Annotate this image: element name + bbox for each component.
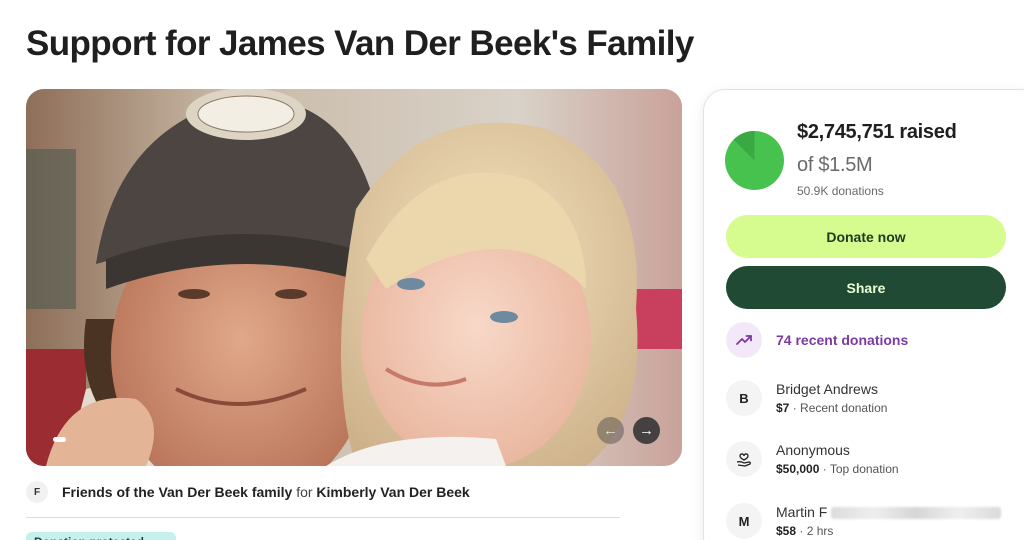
redacted-overlay bbox=[831, 507, 1002, 520]
arrow-left-icon: ← bbox=[603, 422, 618, 439]
donor-amount: $7 bbox=[776, 401, 790, 415]
donor-name: Martin F bbox=[776, 504, 1002, 520]
donor-meta: $58 · 2 hrs bbox=[776, 524, 1001, 538]
page-title: Support for James Van Der Beek's Family bbox=[26, 24, 694, 63]
donor-meta: $7 · Recent donation bbox=[776, 401, 887, 415]
donor-amount: $58 bbox=[776, 524, 797, 538]
donor-amount: $50,000 bbox=[776, 462, 820, 476]
goal-amount: of $1.5M bbox=[797, 154, 873, 176]
arrow-right-icon: → bbox=[639, 422, 654, 439]
recent-donations-label: 74 recent donations bbox=[776, 332, 909, 348]
donor-item: M Martin F $58 · 2 hrs bbox=[726, 503, 1002, 539]
carousel-prev-button[interactable]: ← bbox=[597, 417, 624, 444]
donor-meta: $50,000 · Top donation bbox=[776, 462, 899, 476]
donation-protected-badge[interactable]: Donation protected bbox=[26, 532, 176, 540]
progress-ring bbox=[725, 131, 784, 190]
divider bbox=[26, 517, 620, 518]
carousel-indicator[interactable] bbox=[53, 437, 66, 442]
organizer-text: Friends of the Van Der Beek family for K… bbox=[62, 484, 470, 500]
beneficiary-name[interactable]: Kimberly Van Der Beek bbox=[316, 484, 469, 500]
donor-note: · Top donation bbox=[822, 462, 899, 476]
organizer-name[interactable]: Friends of the Van Der Beek family bbox=[62, 484, 292, 500]
fundraiser-page: Support for James Van Der Beek's Family bbox=[0, 0, 1024, 540]
donor-name: Bridget Andrews bbox=[776, 381, 878, 397]
donor-item: Anonymous $50,000 · Top donation bbox=[726, 441, 899, 477]
donor-avatar: B bbox=[726, 380, 762, 416]
donor-note: · Recent donation bbox=[792, 401, 888, 415]
organizer-avatar: F bbox=[26, 481, 48, 503]
share-button[interactable]: Share bbox=[726, 266, 1006, 309]
campaign-photo-image bbox=[26, 89, 682, 466]
donation-count: 50.9K donations bbox=[797, 184, 884, 198]
donor-item: B Bridget Andrews $7 · Recent donation bbox=[726, 380, 887, 416]
donor-name-text: Martin F bbox=[776, 504, 828, 520]
amount-raised: $2,745,751 raised bbox=[797, 121, 957, 143]
donor-name: Anonymous bbox=[776, 442, 850, 458]
campaign-photo[interactable]: ← → bbox=[26, 89, 682, 466]
heart-hand-icon bbox=[726, 441, 762, 477]
carousel-next-button[interactable]: → bbox=[633, 417, 660, 444]
recent-donations-link[interactable]: 74 recent donations bbox=[726, 322, 908, 358]
donation-card: $2,745,751 raised of $1.5M 50.9K donatio… bbox=[703, 89, 1024, 540]
trending-up-icon bbox=[726, 322, 762, 358]
donor-note: · 2 hrs bbox=[799, 524, 834, 538]
donate-now-button[interactable]: Donate now bbox=[726, 215, 1006, 258]
donor-avatar: M bbox=[726, 503, 762, 539]
organizer-row: F Friends of the Van Der Beek family for… bbox=[26, 481, 470, 503]
organizer-for: for bbox=[296, 484, 313, 500]
